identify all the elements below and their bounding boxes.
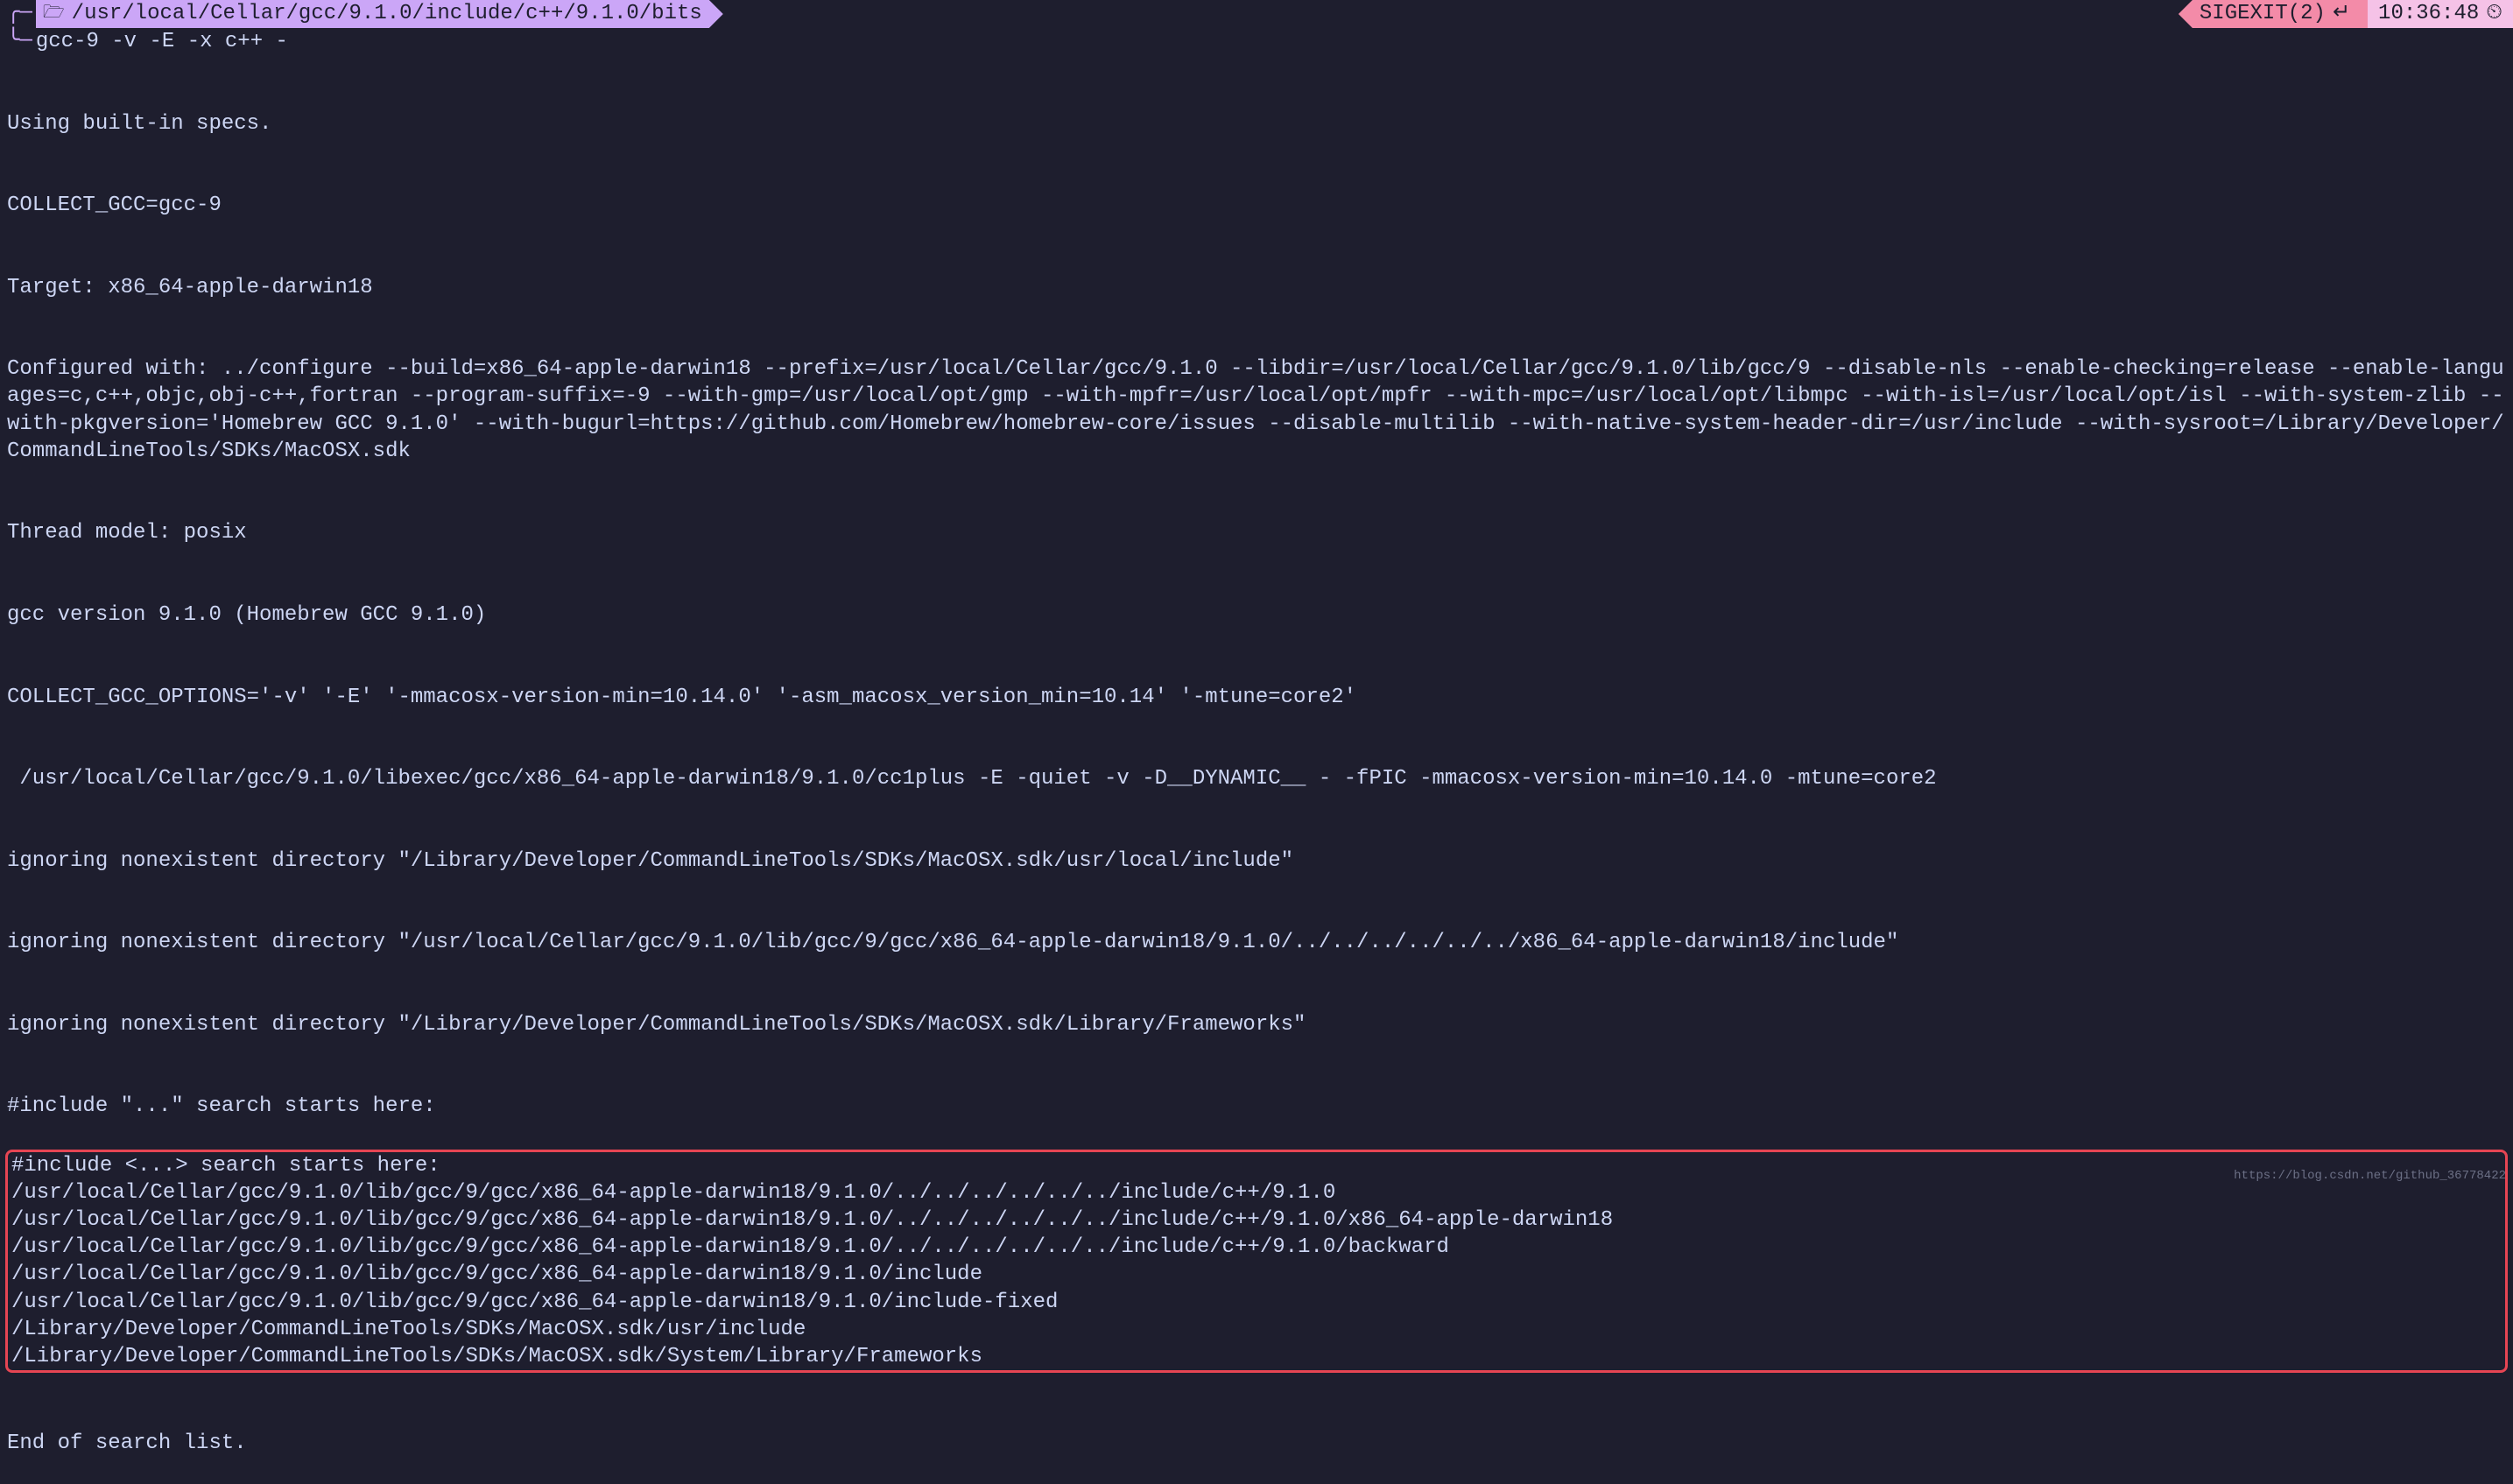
prompt-connector-icon: ╰─ (7, 28, 32, 55)
output-line: ignoring nonexistent directory "/Library… (7, 1011, 2506, 1038)
right-status-badges: SIGEXIT(2) ↵ 10:36:48 ⏲ (2179, 0, 2513, 28)
output-line: Configured with: ../configure --build=x8… (7, 355, 2506, 465)
output-line: /usr/local/Cellar/gcc/9.1.0/lib/gcc/9/gc… (11, 1234, 2502, 1261)
return-icon: ↵ (2333, 0, 2350, 27)
command-text: gcc-9 -v -E -x c++ - (36, 28, 288, 55)
terminal-output-after: End of search list. (0, 1375, 2513, 1484)
output-line: ignoring nonexistent directory "/usr/loc… (7, 929, 2506, 956)
output-line: #include <...> search starts here: (11, 1152, 2502, 1179)
folder-icon: 🗁 (43, 3, 65, 25)
time-badge: 10:36:48 ⏲ (2368, 0, 2513, 28)
current-path: /usr/local/Cellar/gcc/9.1.0/include/c++/… (72, 0, 702, 27)
output-line: /Library/Developer/CommandLineTools/SDKs… (11, 1316, 2502, 1343)
output-line: /usr/local/Cellar/gcc/9.1.0/lib/gcc/9/gc… (11, 1261, 2502, 1288)
output-line: Target: x86_64-apple-darwin18 (7, 274, 2506, 301)
output-line: Thread model: posix (7, 519, 2506, 546)
sigexit-badge: SIGEXIT(2) ↵ (2179, 0, 2368, 28)
output-line: COLLECT_GCC=gcc-9 (7, 192, 2506, 219)
output-line: /Library/Developer/CommandLineTools/SDKs… (11, 1343, 2502, 1370)
prompt-arrow-icon: ╭─ (7, 0, 36, 27)
output-line: COLLECT_GCC_OPTIONS='-v' '-E' '-mmacosx-… (7, 684, 2506, 711)
output-line: ignoring nonexistent directory "/Library… (7, 847, 2506, 875)
output-line: gcc version 9.1.0 (Homebrew GCC 9.1.0) (7, 601, 2506, 629)
output-line: Using built-in specs. (7, 110, 2506, 137)
path-badge: 🗁 /usr/local/Cellar/gcc/9.1.0/include/c+… (36, 0, 723, 28)
output-line: End of search list. (7, 1430, 2506, 1457)
clock-icon: ⏲ (2486, 0, 2502, 27)
sigexit-label: SIGEXIT(2) (2200, 0, 2326, 27)
prompt-line[interactable]: ╰─ gcc-9 -v -E -x c++ - (0, 28, 2513, 55)
output-line: /usr/local/Cellar/gcc/9.1.0/libexec/gcc/… (7, 765, 2506, 792)
terminal-output: Using built-in specs. COLLECT_GCC=gcc-9 … (0, 55, 2513, 1148)
output-line: /usr/local/Cellar/gcc/9.1.0/lib/gcc/9/gc… (11, 1179, 2502, 1206)
output-line: #include "..." search starts here: (7, 1093, 2506, 1120)
time-value: 10:36:48 (2378, 0, 2479, 27)
output-line: /usr/local/Cellar/gcc/9.1.0/lib/gcc/9/gc… (11, 1206, 2502, 1234)
highlighted-search-paths: #include <...> search starts here: /usr/… (5, 1150, 2508, 1374)
watermark: https://blog.csdn.net/github_36778422 (2234, 1168, 2506, 1184)
output-line: /usr/local/Cellar/gcc/9.1.0/lib/gcc/9/gc… (11, 1289, 2502, 1316)
status-bar: ╭─ 🗁 /usr/local/Cellar/gcc/9.1.0/include… (0, 0, 2513, 28)
